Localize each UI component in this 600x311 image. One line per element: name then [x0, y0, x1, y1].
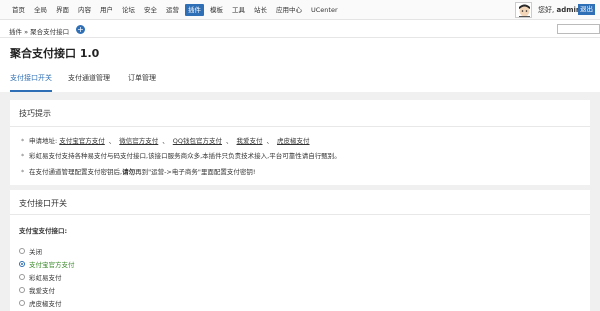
- tip-line3-post: 再到"运营->电子商务"里面配置支付密钥!: [135, 168, 256, 176]
- logout-button[interactable]: 退出: [578, 4, 595, 15]
- option-label: 支付宝官方支付: [29, 261, 75, 269]
- bullet: *: [21, 137, 25, 145]
- nav-item[interactable]: 运营: [163, 4, 182, 16]
- payment-option[interactable]: 彩虹易支付: [19, 272, 62, 282]
- search-input[interactable]: [557, 24, 600, 34]
- link-separator: 、: [226, 137, 233, 145]
- tab-bar: 支付接口开关 支付通道管理 订单管理: [10, 73, 590, 92]
- tip-apply: * 申请地址: 支付宝官方支付、微信官方支付、 QQ钱包官方支付、我爱支付、虎皮椒支…: [21, 135, 314, 145]
- radio-button[interactable]: [19, 261, 25, 267]
- tab-channels[interactable]: 支付通道管理: [68, 73, 110, 92]
- tab-orders[interactable]: 订单管理: [128, 73, 156, 92]
- main-nav: 首页 全局 界面 内容 用户 论坛 安全 运营 插件 模板 工具 站长 应用中心 UCenter: [9, 4, 344, 16]
- nav-item[interactable]: 首页: [9, 4, 28, 16]
- apply-link[interactable]: 支付宝官方支付: [59, 137, 105, 145]
- link-separator: 、: [266, 137, 274, 145]
- nav-item[interactable]: 站长: [251, 4, 270, 16]
- nav-item[interactable]: 插件: [185, 4, 204, 16]
- nav-item[interactable]: 界面: [53, 4, 72, 16]
- nav-item[interactable]: UCenter: [308, 4, 341, 16]
- user-greeting: 您好, admin: [538, 5, 581, 15]
- bullet: *: [21, 152, 25, 160]
- divider: [10, 126, 590, 127]
- breadcrumb-bar: 插件 » 聚合支付接口 +: [0, 21, 600, 38]
- apply-link[interactable]: 虎皮椒支付: [277, 137, 310, 145]
- option-label: 关闭: [29, 248, 42, 256]
- greeting-text: 您好,: [538, 6, 555, 14]
- tips-title: 技巧提示: [19, 109, 51, 118]
- nav-item[interactable]: 内容: [75, 4, 94, 16]
- apply-label: 申请地址:: [29, 137, 58, 145]
- tip-caihong: * 彩虹易支付支持各种易支付与码支付接口,该接口服务商众多,本插件只负责技术接入,…: [21, 150, 341, 160]
- switch-card: 支付接口开关 支付宝支付接口: 关闭支付宝官方支付 彩虹易支付我爱支付虎皮椒支付: [10, 190, 590, 311]
- apply-link[interactable]: QQ钱包官方支付: [173, 137, 222, 145]
- nav-item[interactable]: 应用中心: [273, 4, 305, 16]
- nav-item[interactable]: 全局: [31, 4, 50, 16]
- switch-title: 支付接口开关: [19, 199, 67, 208]
- tip-line3-pre: 在支付通道管理配置支付密钥后,: [29, 168, 123, 176]
- option-label: 我爱支付: [29, 287, 55, 295]
- add-shortcut-icon[interactable]: +: [76, 24, 85, 34]
- nav-item[interactable]: 模板: [207, 4, 226, 16]
- radio-button[interactable]: [19, 300, 25, 306]
- apply-link[interactable]: 我爱支付: [237, 137, 263, 145]
- tips-card: 技巧提示 * 申请地址: 支付宝官方支付、微信官方支付、 QQ钱包官方支付、我爱支付…: [10, 100, 590, 185]
- nav-item[interactable]: 论坛: [119, 4, 138, 16]
- breadcrumb: 插件 » 聚合支付接口: [9, 28, 70, 36]
- bullet: *: [21, 168, 25, 176]
- nav-item[interactable]: 用户: [97, 4, 116, 16]
- avatar[interactable]: [515, 2, 532, 18]
- tab-switch[interactable]: 支付接口开关: [10, 73, 52, 92]
- payment-option[interactable]: 关闭: [19, 246, 42, 256]
- link-separator: 、: [108, 137, 116, 145]
- option-label: 彩虹易支付: [29, 274, 62, 282]
- nav-item[interactable]: 安全: [141, 4, 160, 16]
- apply-links: 支付宝官方支付、微信官方支付、 QQ钱包官方支付、我爱支付、虎皮椒支付: [59, 137, 313, 145]
- tip-line3-bold: 请勿: [122, 168, 136, 176]
- radio-button[interactable]: [19, 248, 25, 254]
- link-separator: 、: [162, 137, 169, 145]
- payment-option[interactable]: 我爱支付: [19, 285, 55, 295]
- radio-button[interactable]: [19, 274, 25, 280]
- top-navbar: 首页 全局 界面 内容 用户 论坛 安全 运营 插件 模板 工具 站长 应用中心 UCenter 您好, …: [0, 0, 600, 20]
- tip-warning: * 在支付通道管理配置支付密钥后,请勿再到"运营->电子商务"里面配置支付密钥!: [21, 166, 255, 176]
- option-label: 虎皮椒支付: [29, 300, 62, 308]
- avatar-image: [516, 3, 531, 17]
- tip-line2: 彩虹易支付支持各种易支付与码支付接口,该接口服务商众多,本插件只负责技术接入,平…: [29, 152, 341, 160]
- radio-button[interactable]: [19, 287, 25, 293]
- page-title: 聚合支付接口 1.0: [10, 47, 100, 60]
- payment-option[interactable]: 虎皮椒支付: [19, 298, 62, 308]
- payment-option[interactable]: 支付宝官方支付: [19, 259, 75, 269]
- alipay-interface-label: 支付宝支付接口:: [19, 227, 68, 235]
- apply-link[interactable]: 微信官方支付: [119, 137, 158, 145]
- nav-item[interactable]: 工具: [229, 4, 248, 16]
- divider: [10, 214, 590, 215]
